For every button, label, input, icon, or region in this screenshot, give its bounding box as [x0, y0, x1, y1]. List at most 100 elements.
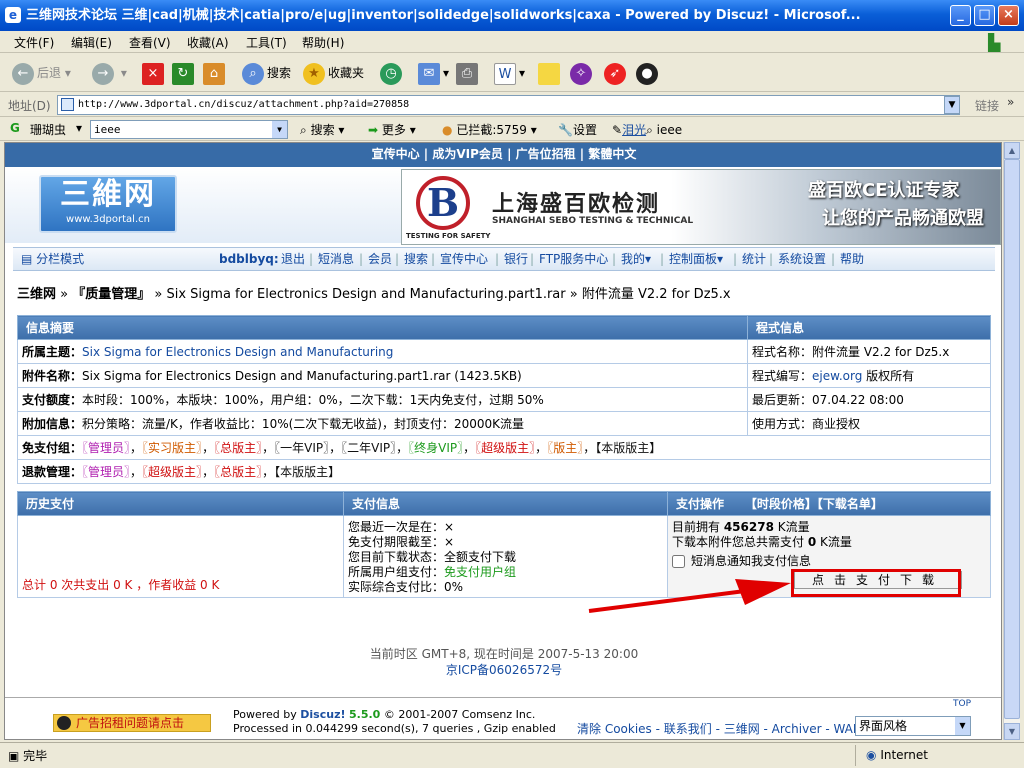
price-list-links[interactable]: 【时段价格】【下载名单】 [745, 497, 883, 511]
chevron-down-icon[interactable]: ▾ [76, 121, 82, 135]
nav-settings[interactable]: 系统设置 [778, 248, 826, 270]
red-arrow-annotation [588, 579, 791, 613]
stop-button[interactable]: × [142, 60, 167, 86]
search-dropdown-icon[interactable]: ▼ [272, 121, 287, 138]
site-top-nav[interactable]: 宣传中心 | 成为VIP会员 | 广告位招租 | 繁體中文 [5, 143, 1001, 167]
refresh-button[interactable]: ↻ [172, 60, 197, 86]
word-icon: W [494, 62, 516, 85]
wrench-icon: 🔧 [558, 123, 573, 137]
nav-promo[interactable]: 宣传中心 [440, 248, 488, 270]
popup-blocked-button[interactable]: ● 已拦截:5759 ▾ [442, 121, 537, 138]
timezone-info: 当前时区 GMT+8, 现在时间是 2007-5-13 20:00 [369, 647, 639, 661]
nav-stats[interactable]: 统计 [742, 248, 766, 270]
search-go-button[interactable]: ⌕ 搜索 ▾ [300, 121, 344, 138]
vertical-scrollbar[interactable]: ▲ ▼ [1003, 142, 1020, 740]
settings-button[interactable]: 🔧设置 [558, 121, 597, 138]
thread-link[interactable]: Six Sigma for Electronics Design and Man… [82, 345, 393, 359]
nav-search[interactable]: 搜索 [404, 248, 428, 270]
search-icon: ⌕ [646, 123, 653, 137]
maximize-button[interactable]: □ [974, 5, 995, 26]
search-button[interactable]: ⌕ 搜索 [242, 60, 291, 86]
history-button[interactable]: ◷ [380, 60, 405, 86]
note-icon [538, 62, 560, 85]
menu-file[interactable]: 文件(F) [14, 34, 54, 51]
more-button[interactable]: ➡ 更多 ▾ [368, 121, 416, 138]
menu-help[interactable]: 帮助(H) [302, 34, 344, 51]
search-input[interactable]: ieee ▼ [90, 120, 288, 139]
messenger-button[interactable]: ✧ [570, 60, 595, 86]
ad-banner[interactable]: B TESTING FOR SAFETY 上海盛百欧检测 SHANGHAI SE… [401, 169, 1001, 245]
address-dropdown-button[interactable]: ▼ [944, 96, 960, 114]
nav-control-panel[interactable]: 控制面板▾ [669, 248, 723, 270]
search-icon: ⌕ [242, 62, 264, 85]
scroll-thumb[interactable] [1004, 159, 1020, 719]
menu-favorites[interactable]: 收藏(A) [187, 34, 229, 51]
discuz-link[interactable]: Discuz! [300, 708, 345, 721]
author-link[interactable]: ejew.org [812, 369, 862, 383]
breadcrumb-forum[interactable]: 『质量管理』 [72, 287, 150, 302]
print-button[interactable]: ⎙ [456, 60, 481, 86]
mail-button[interactable]: ✉ ▾ [418, 60, 449, 86]
program-info-header: 程式信息 [747, 315, 991, 340]
nav-my[interactable]: 我的▾ [621, 248, 651, 270]
windows-flag-icon: ▙ [988, 33, 1001, 52]
nav-help[interactable]: 帮助 [840, 248, 864, 270]
search-icon: ⌕ [300, 123, 307, 137]
links-button[interactable]: 链接 [975, 97, 999, 114]
menu-tools[interactable]: 工具(T) [246, 34, 287, 51]
ad-contact-button[interactable]: 广告招租问题请点击 [53, 714, 211, 732]
breadcrumb-current: 附件流量 V2.2 for Dz5.x [581, 287, 731, 302]
flashget-button[interactable]: ➶ [604, 60, 629, 86]
table-row: 免支付组：〖管理员〗，〖实习版主〗，〖总版主〗，〖一年VIP〗，〖二年VIP〗，… [17, 435, 991, 460]
attachment-info-table: 信息摘要 程式信息 所属主题：Six Sigma for Electronics… [17, 315, 991, 484]
nav-members[interactable]: 会员 [368, 248, 392, 270]
back-arrow-icon: ← [12, 62, 34, 85]
chevron-right-icon[interactable]: » [1007, 95, 1014, 109]
notes-button[interactable] [538, 60, 563, 86]
table-row: 附件名称：Six Sigma for Electronics Design an… [17, 363, 991, 388]
coral-brand-button[interactable]: 珊瑚虫 [30, 121, 66, 138]
home-button[interactable]: ⌂ [203, 60, 228, 86]
close-button[interactable]: × [998, 5, 1019, 26]
printer-icon: ⎙ [456, 62, 478, 85]
split-mode-link[interactable]: ▤ 分栏模式 [21, 248, 84, 270]
nav-ftp[interactable]: FTP服务中心 [539, 248, 608, 270]
edit-button[interactable]: W ▾ [494, 60, 525, 86]
nav-bank[interactable]: 银行 [504, 248, 528, 270]
browser-toolbar: ← 后退 ▾ → ▾ × ↻ ⌂ ⌕ 搜索 ★ 收藏夹 ◷ ✉ ▾ ⎙ W ▾ ✧ ➶ ● [0, 54, 1024, 92]
menu-view[interactable]: 查看(V) [129, 34, 171, 51]
nav-messages[interactable]: 短消息 [318, 248, 354, 270]
page-viewport: 宣传中心 | 成为VIP会员 | 广告位招租 | 繁體中文 三維网 www.3d… [4, 142, 1002, 740]
nav-logout[interactable]: 退出 [281, 248, 305, 270]
scroll-down-icon[interactable]: ▼ [1004, 723, 1020, 740]
username[interactable]: bdblbyq: [219, 248, 279, 270]
blocker-icon: ● [442, 123, 453, 137]
status-text: ▣ 完毕 [8, 749, 48, 763]
page-done-icon: ▣ [8, 749, 20, 763]
scroll-up-icon[interactable]: ▲ [1004, 142, 1020, 159]
highlight-button[interactable]: ✎泪光⌕ ieee [612, 121, 682, 138]
address-url: http://www.3dportal.cn/discuz/attachment… [78, 99, 410, 110]
pen-icon: ✎ [612, 123, 623, 137]
menu-edit[interactable]: 编辑(E) [71, 34, 112, 51]
minimize-button[interactable]: _ [950, 5, 971, 26]
notify-checkbox[interactable] [672, 555, 685, 568]
site-logo[interactable]: 三維网 www.3dportal.cn [39, 175, 177, 233]
compass-icon: ✧ [570, 62, 592, 85]
menu-bar: 文件(F) 编辑(E) 查看(V) 收藏(A) 工具(T) 帮助(H) ▙ [0, 31, 1024, 53]
icp-link[interactable]: 京ICP备06026572号 [5, 661, 1001, 678]
back-button[interactable]: ← 后退 ▾ [12, 60, 71, 86]
breadcrumb-home[interactable]: 三维网 [17, 287, 56, 302]
footer-links[interactable]: 清除 Cookies - 联系我们 - 三维网 - Archiver - WAP [577, 720, 860, 737]
style-select[interactable]: 界面风格 ▼ [855, 716, 971, 736]
pay-action-header: 支付操作 【时段价格】【下载名单】 [667, 491, 991, 516]
top-link[interactable]: TOP [953, 699, 971, 709]
breadcrumb-thread[interactable]: Six Sigma for Electronics Design and Man… [166, 287, 565, 302]
qq-button[interactable]: ● [636, 60, 661, 86]
address-bar: 地址(D) http://www.3dportal.cn/discuz/atta… [0, 93, 1024, 117]
history-icon: ◷ [380, 62, 402, 85]
breadcrumb: 三维网 » 『质量管理』 » Six Sigma for Electronics… [17, 287, 731, 302]
address-input[interactable]: http://www.3dportal.cn/discuz/attachment… [57, 95, 960, 115]
favorites-button[interactable]: ★ 收藏夹 [303, 60, 364, 86]
forward-button[interactable]: → ▾ [92, 60, 127, 86]
